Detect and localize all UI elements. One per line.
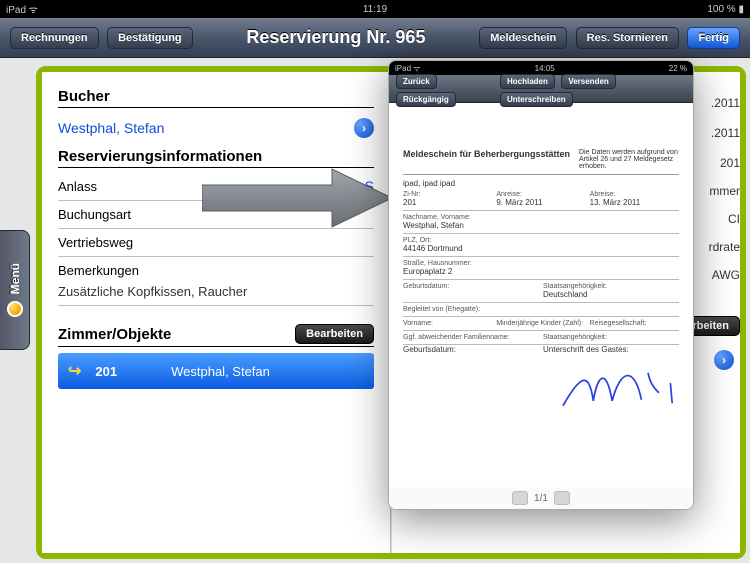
- rechnungen-button[interactable]: Rechnungen: [10, 27, 99, 49]
- name-label: Nachname, Vorname:: [403, 214, 679, 221]
- bestatigung-button[interactable]: Bestätigung: [107, 27, 193, 49]
- name-value: Westphal, Stefan: [403, 221, 679, 230]
- arrival-value: 9. März 2011: [496, 198, 585, 207]
- bucher-chevron-icon[interactable]: ›: [354, 118, 374, 138]
- vertriebsweg-row[interactable]: Vertriebsweg: [58, 229, 374, 257]
- form-note: Die Daten werden aufgrund von Artikel 26…: [579, 149, 679, 170]
- vertriebsweg-label: Vertriebsweg: [58, 235, 133, 250]
- rp-date2: .2011: [711, 126, 740, 140]
- pager-next-button[interactable]: [554, 491, 570, 505]
- signature-area[interactable]: [403, 358, 679, 418]
- zinr-label: Zi-Nr:: [403, 191, 492, 198]
- overlay-toolbar: Zurück Rückgängig Hochladen Versenden Un…: [389, 75, 693, 103]
- rp-code2: mmer: [709, 184, 740, 198]
- zinr-value: 201: [403, 198, 492, 207]
- meldeschein-overlay: iPad ᯤ 14:05 22 % Zurück Rückgängig Hoch…: [388, 60, 694, 510]
- rooms-header: Zimmer/Objekte: [58, 326, 171, 343]
- nation2-label: Staatsangehörigkeit:: [543, 334, 679, 341]
- street-value: Europaplatz 2: [403, 267, 679, 276]
- stornieren-button[interactable]: Res. Stornieren: [576, 27, 679, 49]
- vorname-label: Vorname:: [403, 320, 492, 327]
- street-label: Straße, Hausnummer:: [403, 260, 679, 267]
- signature-icon: [559, 358, 679, 418]
- resinfo-header: Reservierungsinformationen: [58, 148, 374, 168]
- city-label: PLZ, Ort:: [403, 237, 679, 244]
- children-label: Minderjährige Kinder (Zahl):: [496, 320, 585, 327]
- rp-code4: rdrate: [709, 240, 740, 254]
- birth2-label: Geburtsdatum:: [403, 345, 539, 354]
- overlay-upload-button[interactable]: Hochladen: [500, 74, 555, 89]
- overlay-undo-button[interactable]: Rückgängig: [396, 92, 456, 107]
- rp-date1: .2011: [711, 96, 740, 110]
- bemerkungen-label: Bemerkungen: [58, 263, 139, 278]
- overlay-send-button[interactable]: Versenden: [561, 74, 615, 89]
- battery-icon: ▮: [738, 4, 744, 15]
- meldeschein-button[interactable]: Meldeschein: [479, 27, 567, 49]
- menu-tab[interactable]: Menü: [0, 230, 30, 350]
- pager-prev-button[interactable]: [512, 491, 528, 505]
- rp-code5: AWG: [712, 268, 740, 282]
- room-arrow-icon: ↪: [68, 361, 81, 381]
- room-row[interactable]: ↪ 201 Westphal, Stefan: [58, 353, 374, 389]
- city-value: 44146 Dortmund: [403, 244, 679, 253]
- nation-label: Staatsangehörigkeit:: [543, 283, 679, 290]
- battery-label: 100 %: [707, 4, 735, 15]
- pager-label: 1/1: [534, 493, 548, 504]
- form-hotel: ipad, ipad ipad: [403, 179, 679, 188]
- bearbeiten-button[interactable]: Bearbeiten: [295, 324, 374, 344]
- room-number: 201: [95, 364, 117, 379]
- left-page: Bucher Westphal, Stefan › Reservierungsi…: [42, 72, 391, 553]
- travel-label: Reisegesellschaft:: [590, 320, 679, 327]
- nation-value: Deutschland: [543, 290, 679, 299]
- rp-code1: 201: [720, 156, 740, 170]
- arrival-label: Anreise:: [496, 191, 585, 198]
- bucher-name[interactable]: Westphal, Stefan: [58, 120, 164, 136]
- anlass-label: Anlass: [58, 179, 97, 194]
- room-guest: Westphal, Stefan: [171, 364, 270, 379]
- rp-chevron-icon[interactable]: ›: [714, 350, 734, 370]
- birth-label: Geburtsdatum:: [403, 283, 539, 290]
- anlass-row[interactable]: Anlass S: [58, 172, 374, 201]
- rp-code3: CI: [728, 212, 740, 226]
- overlay-sign-button[interactable]: Unterschreiben: [500, 92, 573, 107]
- menu-dot-icon: [7, 301, 23, 317]
- ipad-statusbar: iPad ᯤ 11:19 100 % ▮: [0, 0, 750, 18]
- buchungsart-label: Buchungsart: [58, 207, 131, 222]
- device-label: iPad: [6, 5, 26, 16]
- bemerkungen-value: Zusätzliche Kopfkissen, Raucher: [58, 284, 247, 299]
- overlay-form: Meldeschein für Beherbergungsstätten Die…: [389, 103, 693, 487]
- clock: 11:19: [363, 4, 387, 15]
- spouse-label: Begleitet von (Ehegatte):: [403, 306, 679, 313]
- anlass-value: S: [365, 178, 374, 194]
- fertig-button[interactable]: Fertig: [687, 27, 740, 49]
- sig-label: Unterschrift des Gastes:: [543, 345, 679, 354]
- menu-tab-label: Menü: [8, 263, 22, 294]
- depart-value: 13. März 2011: [590, 198, 679, 207]
- altname-label: Ggf. abweichender Familienname:: [403, 334, 539, 341]
- bemerkungen-row[interactable]: Bemerkungen: [58, 257, 374, 284]
- overlay-back-button[interactable]: Zurück: [396, 74, 437, 89]
- overlay-pager: 1/1: [389, 487, 693, 509]
- depart-label: Abreise:: [590, 191, 679, 198]
- buchungsart-row[interactable]: Buchungsart: [58, 201, 374, 229]
- form-title: Meldeschein für Beherbergungsstätten: [403, 149, 570, 170]
- bucher-header: Bucher: [58, 88, 374, 108]
- wifi-icon: ᯤ: [29, 5, 38, 16]
- main-toolbar: Rechnungen Bestätigung Reservierung Nr. …: [0, 18, 750, 58]
- page-title: Reservierung Nr. 965: [246, 27, 425, 48]
